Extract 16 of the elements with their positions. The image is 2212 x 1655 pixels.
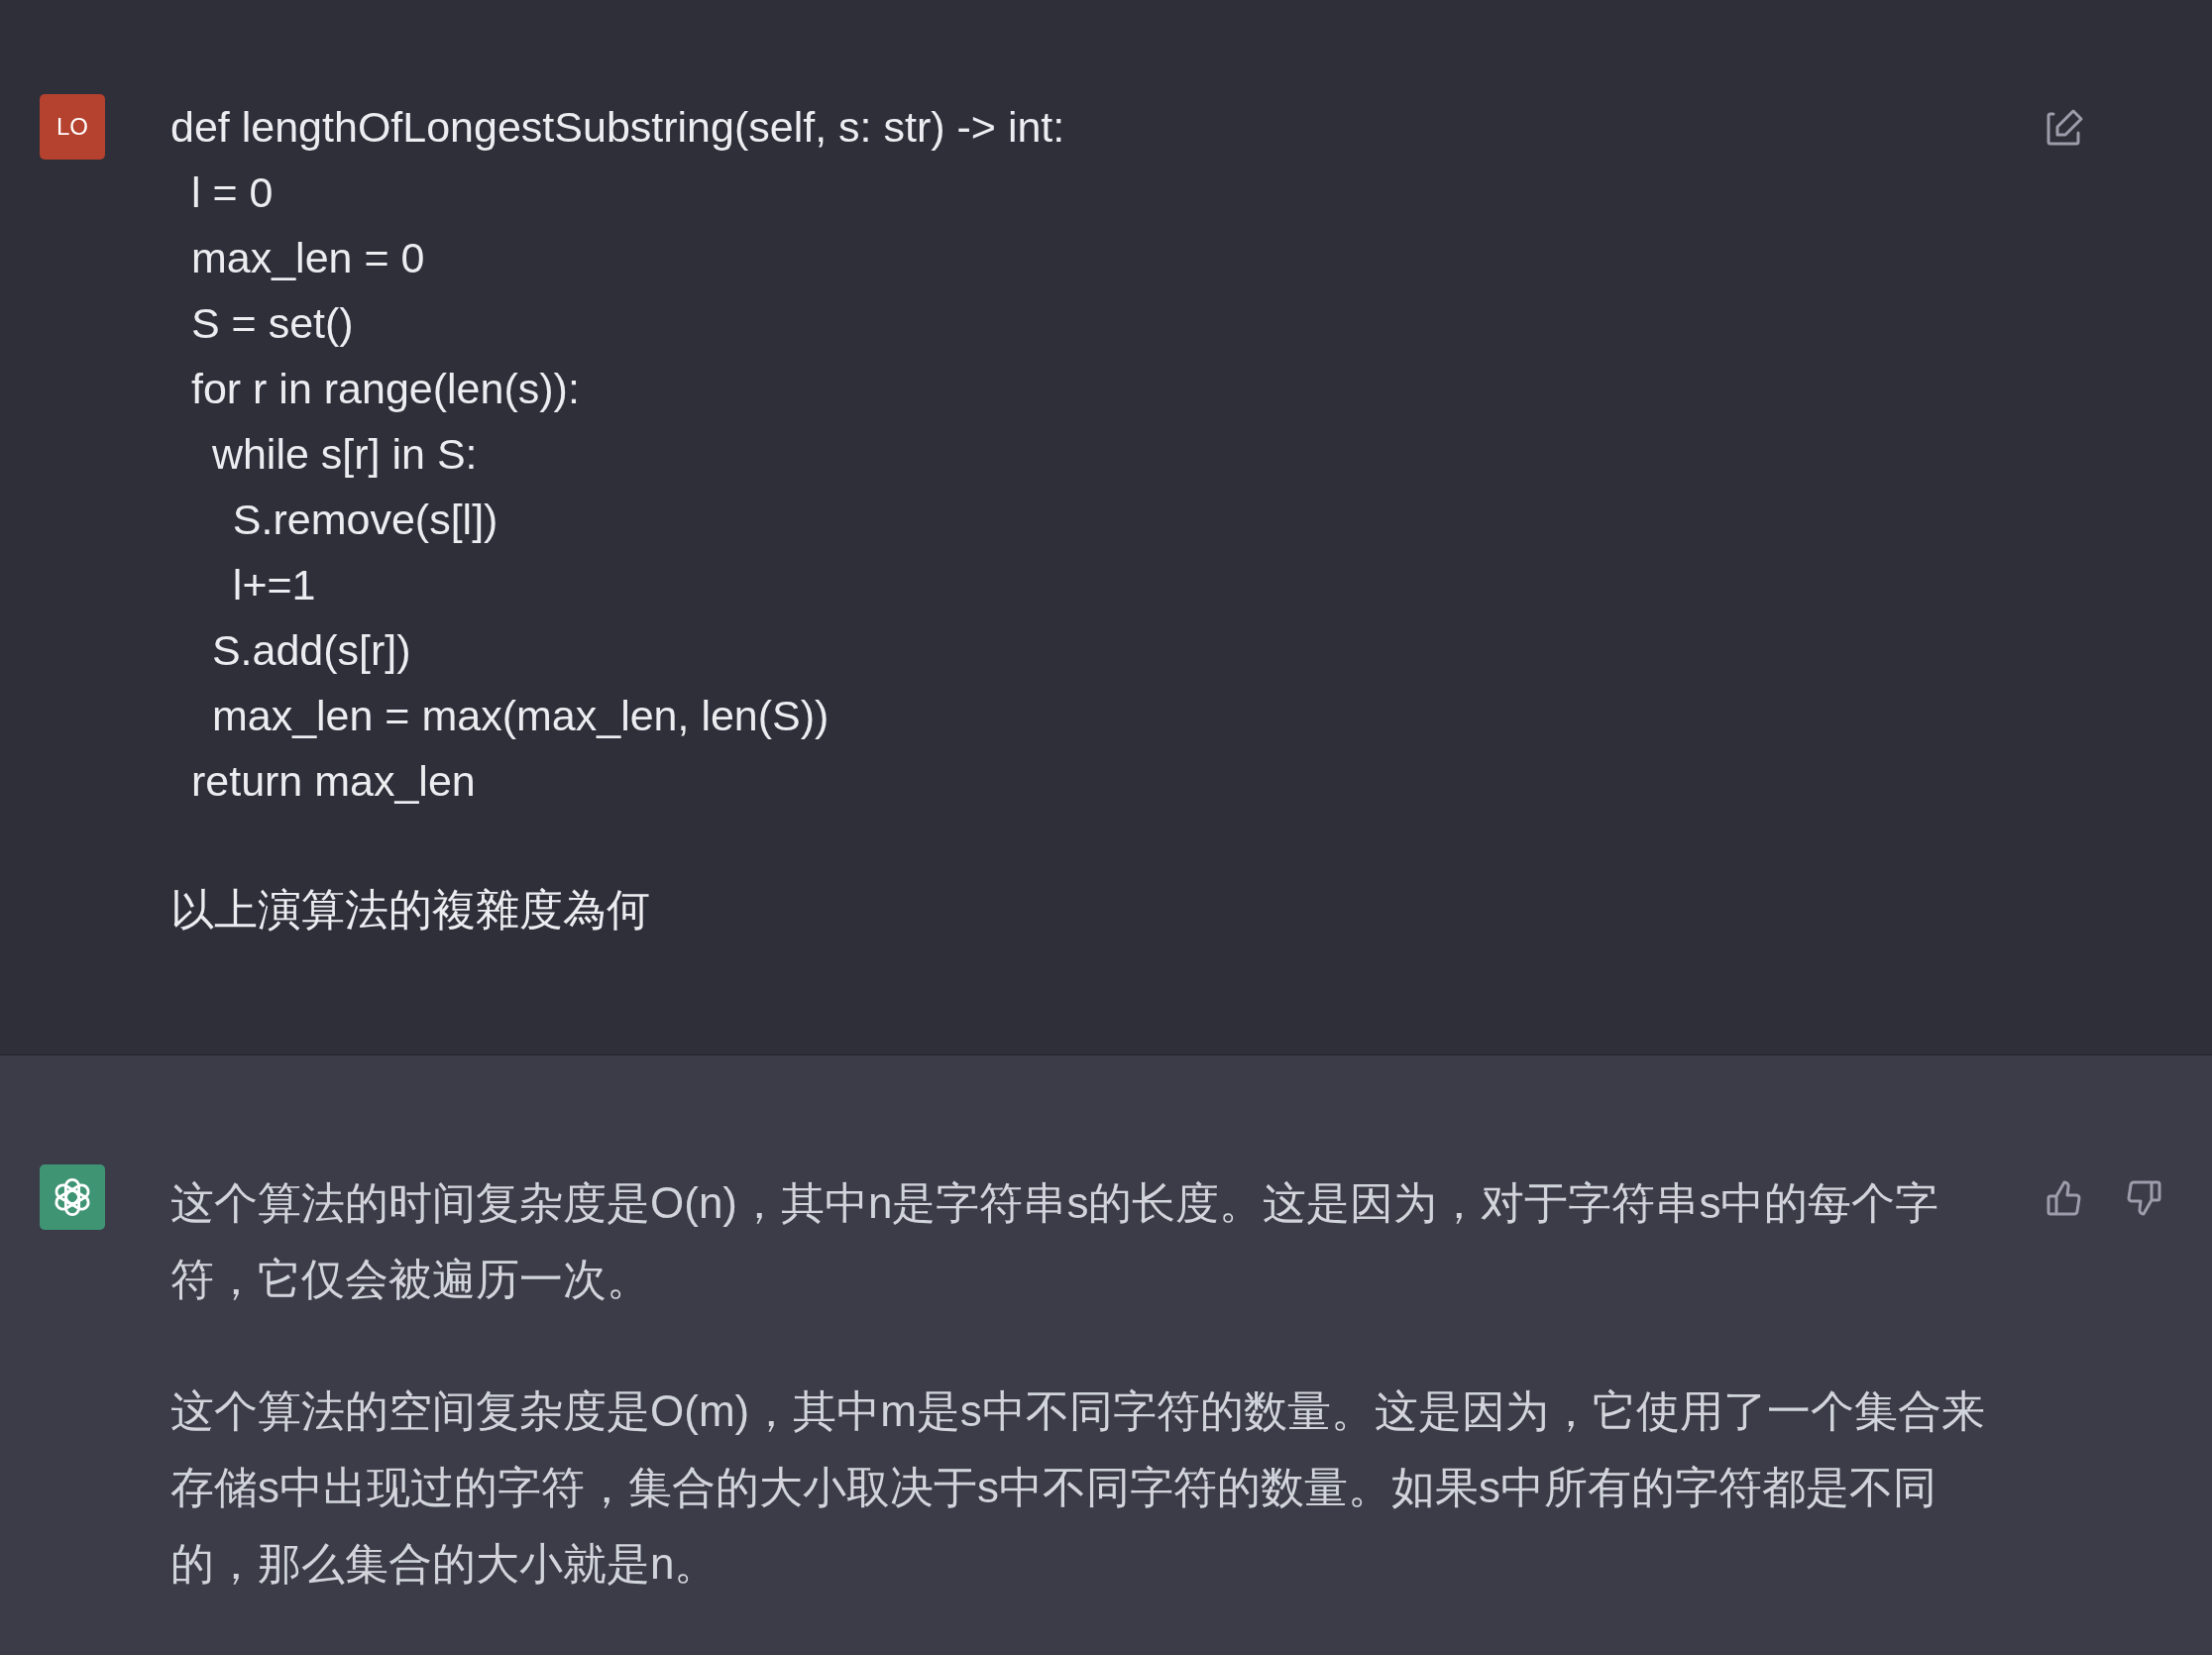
code-line: return max_len: [189, 756, 477, 807]
code-line: l = 0: [189, 167, 275, 218]
assistant-avatar: [40, 1164, 105, 1230]
code-line: S = set(): [189, 298, 355, 349]
message-text: 以上演算法的複雜度為何: [170, 884, 651, 936]
code-line: max_len = max(max_len, len(S)): [210, 691, 830, 741]
code-line: while s[r] in S:: [210, 429, 479, 480]
code-line: def lengthOfLongestSubstring(self, s: str) -> int:: [170, 102, 1066, 153]
message-text: 这个算法的时间复杂度是O(n)，其中n是字符串s的长度。这是因为，对于字符串s中的每个字符，它仅会被遍历一次。: [170, 1177, 1940, 1305]
code-line: l+=1: [231, 560, 317, 610]
user-avatar: LO: [40, 94, 105, 160]
code-line: S.add(s[r]): [210, 625, 412, 676]
code-line: for r in range(len(s)):: [189, 364, 581, 414]
message-text: 这个算法的空间复杂度是O(m)，其中m是s中不同字符的数量。这是因为，它使用了一个集合来存储s中出现过的字符，集合的大小取决于s中不同字符的数量。如果s中所有的字符都是不同的，那么集合的大小就是n。: [170, 1385, 1986, 1590]
code-line: S.remove(s[l]): [231, 495, 499, 545]
code-line: max_len = 0: [189, 233, 426, 283]
